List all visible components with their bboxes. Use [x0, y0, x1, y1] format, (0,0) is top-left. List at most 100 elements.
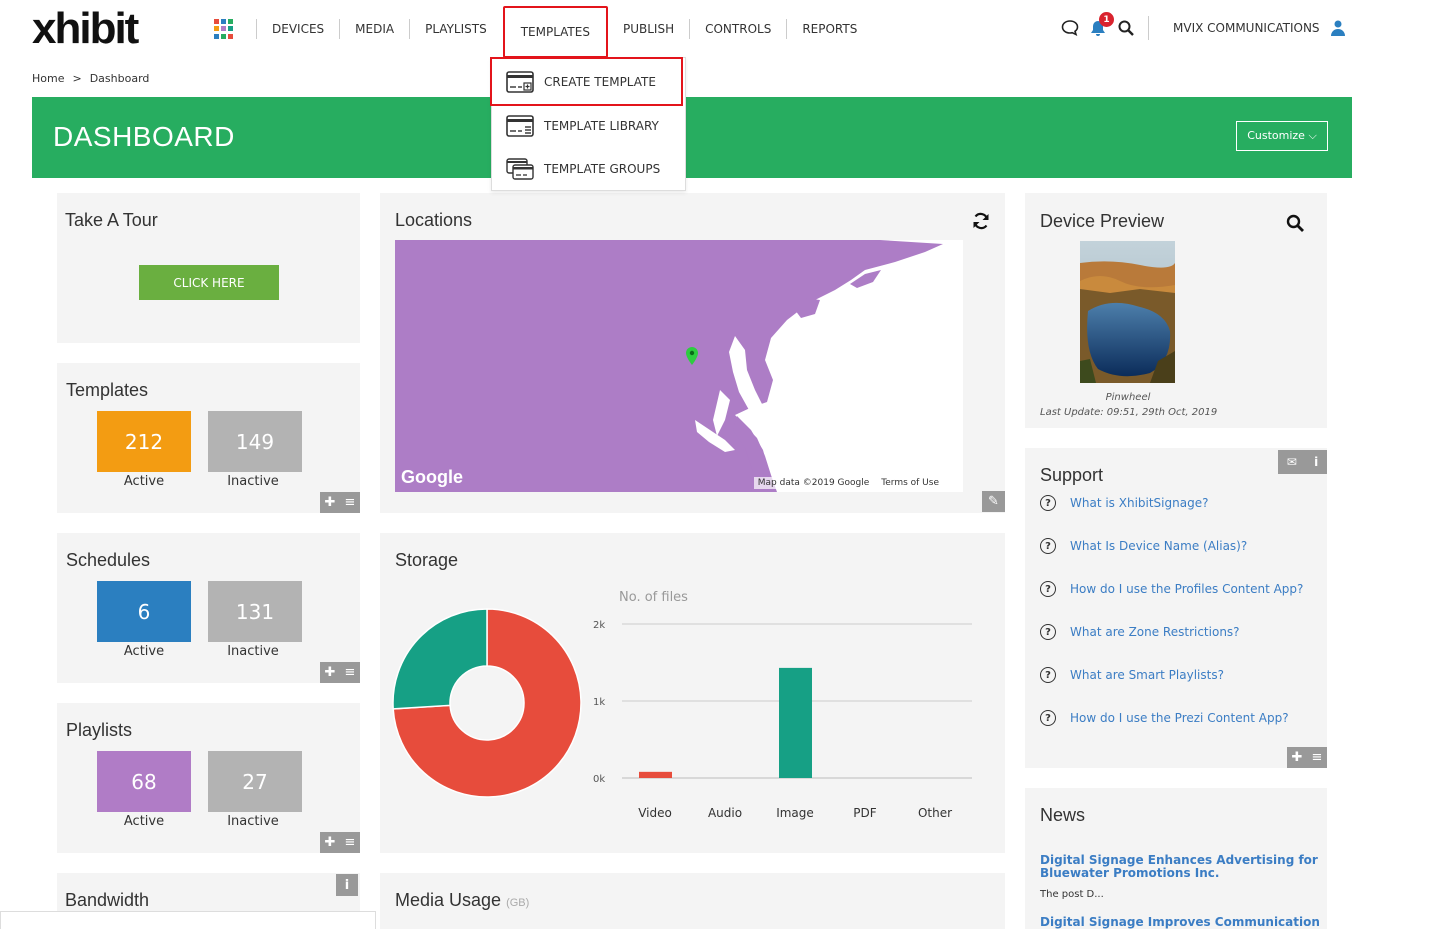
support-link-label: What Is Device Name (Alias)? — [1070, 539, 1248, 553]
menu-icon[interactable]: ≡ — [345, 495, 356, 510]
top-navigation-bar: xhibit DEVICES MEDIA PLAYLISTS TEMPLATES… — [0, 0, 1434, 58]
support-link[interactable]: ? What Is Device Name (Alias)? — [1040, 538, 1247, 554]
templates-panel-actions: ✚ ≡ — [320, 492, 360, 513]
schedules-inactive-tile[interactable]: 131 — [208, 581, 302, 642]
nav-controls[interactable]: CONTROLS — [689, 19, 786, 39]
nav-playlists[interactable]: PLAYLISTS — [409, 19, 502, 39]
chat-icon[interactable] — [1060, 18, 1080, 38]
locations-panel: Locations Google Map data ©2019 Google T… — [380, 193, 1005, 513]
schedules-panel-actions: ✚ ≡ — [320, 662, 360, 683]
support-link[interactable]: ? How do I use the Profiles Content App? — [1040, 581, 1303, 597]
breadcrumb: Home > Dashboard — [32, 72, 149, 85]
customize-button[interactable]: Customize ⌵ — [1236, 121, 1328, 151]
map-footer: Map data ©2019 Google Terms of Use — [753, 477, 943, 489]
question-icon: ? — [1040, 667, 1056, 683]
notifications-bell-icon[interactable]: 1 — [1088, 12, 1114, 38]
support-link[interactable]: ? What are Smart Playlists? — [1040, 667, 1224, 683]
bar-image[interactable] — [779, 667, 812, 778]
support-link-label: What is XhibitSignage? — [1070, 496, 1209, 510]
playlists-panel-actions: ✚ ≡ — [320, 832, 360, 853]
nav-reports[interactable]: REPORTS — [786, 19, 872, 39]
templates-panel: Templates 212 149 Active Inactive ✚ ≡ — [57, 363, 360, 513]
menu-template-groups[interactable]: TEMPLATE GROUPS — [492, 147, 687, 191]
info-icon[interactable]: i — [1314, 455, 1318, 469]
search-icon[interactable] — [1116, 18, 1136, 38]
google-logo: Google — [401, 467, 463, 487]
refresh-icon[interactable] — [972, 212, 990, 234]
schedules-title: Schedules — [66, 550, 151, 570]
media-usage-unit: (GB) — [506, 897, 530, 909]
x-tick-label: Other — [918, 806, 952, 820]
nav-devices[interactable]: DEVICES — [256, 19, 339, 39]
edit-icon[interactable]: ✎ — [982, 491, 1005, 512]
locations-map[interactable]: Google Map data ©2019 Google Terms of Us… — [395, 240, 963, 492]
schedules-inactive-label: Inactive — [227, 644, 279, 659]
news-item-title[interactable]: Digital Signage Enhances Advertising for… — [1040, 854, 1320, 880]
bandwidth-title: Bandwidth — [65, 890, 150, 910]
support-link[interactable]: ? What are Zone Restrictions? — [1040, 624, 1240, 640]
add-icon[interactable]: ✚ — [325, 665, 336, 680]
support-panel-actions: ✚ ≡ — [1287, 747, 1327, 768]
nav-templates[interactable]: TEMPLATES — [502, 6, 608, 58]
schedules-active-tile[interactable]: 6 — [97, 581, 191, 642]
menu-icon[interactable]: ≡ — [345, 665, 356, 680]
media-usage-label: Media Usage — [395, 890, 502, 910]
playlists-active-tile[interactable]: 68 — [97, 751, 191, 812]
location-pin-icon[interactable] — [686, 347, 698, 369]
question-icon: ? — [1040, 495, 1056, 511]
y-tick-label: 0k — [593, 774, 605, 785]
bar-video[interactable] — [639, 771, 672, 778]
user-icon[interactable] — [1328, 18, 1348, 38]
support-actions: ✉ i — [1278, 450, 1327, 474]
xhibit-logo[interactable]: xhibit — [32, 4, 139, 54]
news-title: News — [1040, 805, 1086, 825]
breadcrumb-separator: > — [72, 72, 82, 85]
search-icon[interactable] — [1286, 214, 1304, 236]
templates-inactive-tile[interactable]: 149 — [208, 411, 302, 472]
x-tick-label: Image — [776, 806, 814, 820]
add-icon[interactable]: ✚ — [325, 835, 336, 850]
templates-title: Templates — [66, 380, 149, 400]
x-tick-label: PDF — [853, 806, 876, 820]
playlists-inactive-tile[interactable]: 27 — [208, 751, 302, 812]
storage-panel: Storage No. of files 0k 1k 2k Video Audio Ima… — [380, 533, 1005, 853]
apps-grid-icon[interactable] — [214, 19, 234, 39]
media-usage-panel: Media Usage (GB) — [380, 873, 1005, 929]
support-title: Support — [1040, 465, 1104, 485]
breadcrumb-home[interactable]: Home — [32, 72, 64, 85]
nav-publish[interactable]: PUBLISH — [608, 19, 689, 39]
menu-icon[interactable]: ≡ — [1312, 750, 1323, 765]
news-panel: News Digital Signage Enhances Advertisin… — [1025, 788, 1327, 929]
take-a-tour-panel: Take A Tour CLICK HERE — [57, 193, 360, 343]
menu-icon[interactable]: ≡ — [345, 835, 356, 850]
email-icon[interactable]: ✉ — [1287, 455, 1297, 469]
nav-media[interactable]: MEDIA — [339, 19, 409, 39]
device-preview-panel: Device Preview Pinwheel Last Update: 09:… — [1025, 193, 1327, 428]
menu-template-library[interactable]: TEMPLATE LIBRARY — [492, 104, 687, 148]
support-link-label: What are Smart Playlists? — [1070, 668, 1224, 682]
device-last-update: Last Update: 09:51, 29th Oct, 2019 — [1040, 407, 1218, 418]
map-data-attribution: Map data ©2019 Google — [757, 478, 870, 488]
click-here-button[interactable]: CLICK HERE — [139, 265, 279, 300]
news-item-excerpt: The post D... — [1040, 889, 1104, 900]
question-icon: ? — [1040, 538, 1056, 554]
support-link[interactable]: ? What is XhibitSignage? — [1040, 495, 1208, 511]
support-link[interactable]: ? How do I use the Prezi Content App? — [1040, 710, 1289, 726]
header-divider — [1148, 16, 1149, 40]
templates-active-label: Active — [123, 474, 165, 489]
template-library-icon — [506, 115, 536, 137]
terms-of-use-link[interactable]: Terms of Use — [881, 478, 939, 488]
support-link-label: How do I use the Profiles Content App? — [1070, 582, 1304, 596]
device-preview-thumbnail[interactable] — [1080, 241, 1175, 383]
donut-slice-video[interactable] — [392, 608, 488, 710]
news-item-title[interactable]: Digital Signage Improves Communication f… — [1040, 916, 1320, 929]
company-name[interactable]: MVIX COMMUNICATIONS — [1173, 21, 1320, 35]
media-usage-title: Media Usage (GB) — [395, 890, 529, 911]
add-icon[interactable]: ✚ — [325, 495, 336, 510]
support-link-label: How do I use the Prezi Content App? — [1070, 711, 1289, 725]
add-icon[interactable]: ✚ — [1292, 750, 1303, 765]
menu-create-template[interactable]: CREATE TEMPLATE — [490, 57, 683, 106]
info-icon[interactable]: i — [336, 874, 358, 896]
templates-active-tile[interactable]: 212 — [97, 411, 191, 472]
x-tick-label: Video — [638, 806, 672, 820]
